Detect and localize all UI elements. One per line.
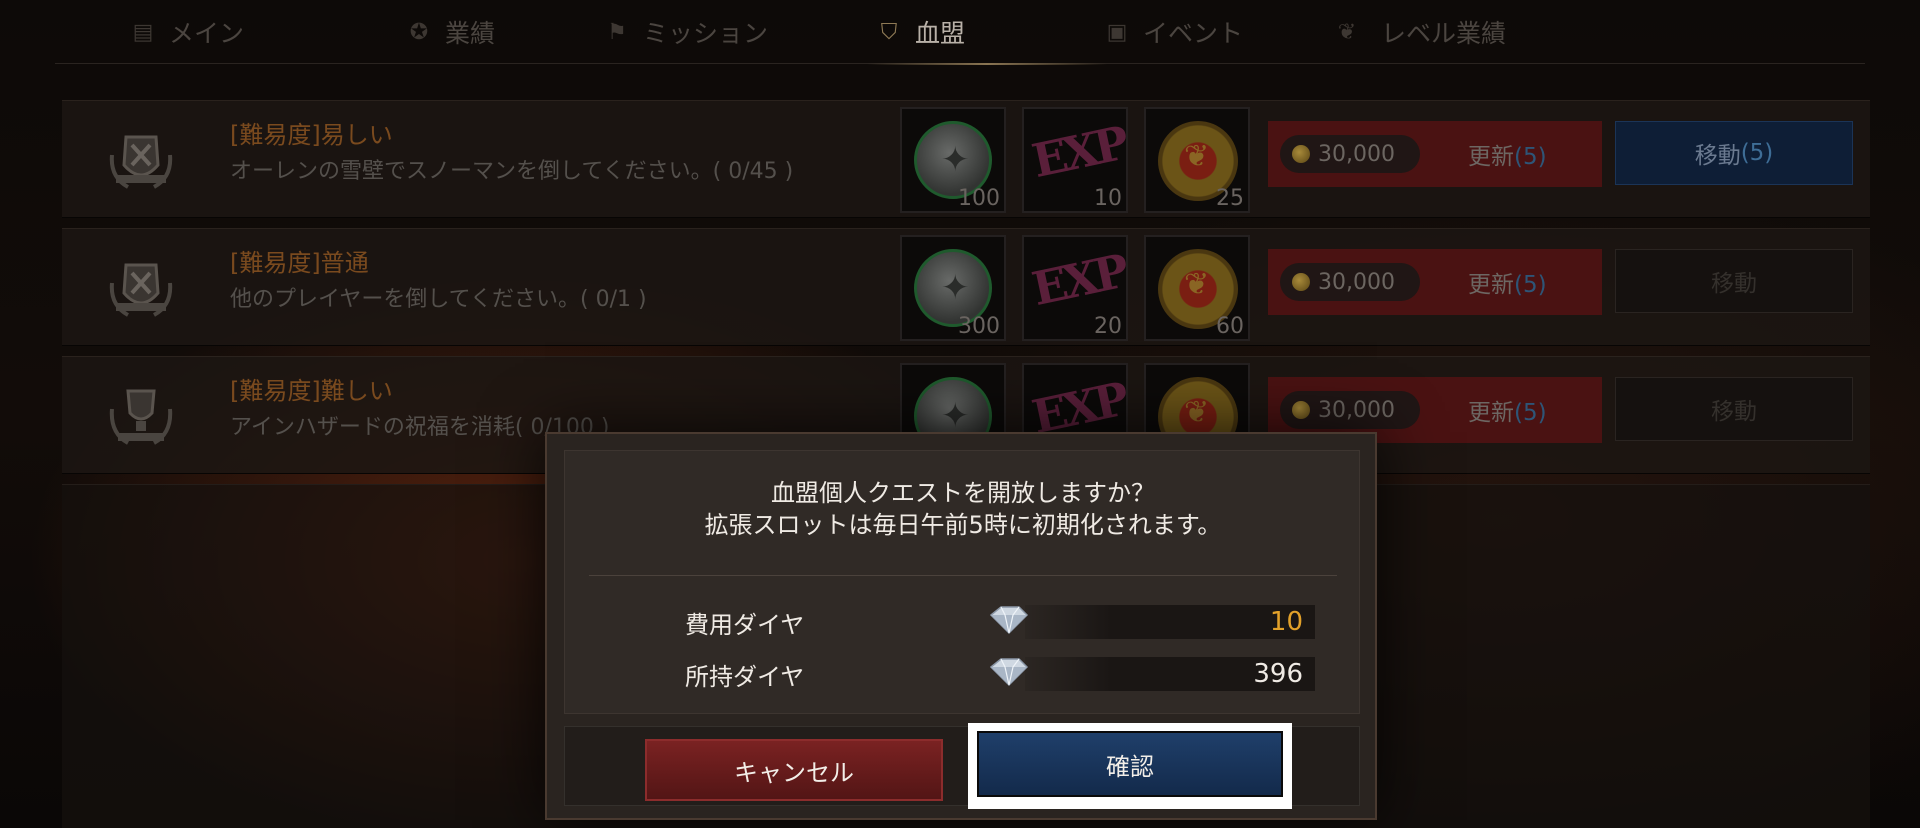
move-button[interactable]: 移動 (5) xyxy=(1615,121,1853,185)
dialog-body: 血盟個人クエストを開放しますか？ 拡張スロットは毎日午前5時に初期化されます。 … xyxy=(564,450,1360,714)
move-button[interactable]: 移動 xyxy=(1615,249,1853,313)
exp-icon: EXP xyxy=(1027,243,1130,317)
confirm-button[interactable]: 確認 xyxy=(977,731,1283,797)
owned-diamond-value: 396 xyxy=(1253,659,1303,689)
cancel-button[interactable]: キャンセル xyxy=(645,739,943,801)
tab-label: 業績 xyxy=(445,19,496,48)
exp-icon: EXP xyxy=(1027,115,1130,189)
crossed-swords-emblem-icon xyxy=(109,263,173,317)
move-button[interactable]: 移動 xyxy=(1615,377,1853,441)
diamond-icon xyxy=(989,658,1029,687)
update-button[interactable]: 30,000 更新(5) xyxy=(1268,249,1602,315)
reward-slot[interactable]: 100 xyxy=(900,107,1006,213)
gold-coin-icon xyxy=(1292,273,1310,291)
shield-icon: ⛉ xyxy=(880,19,898,45)
update-button[interactable]: 30,000 更新(5) xyxy=(1268,121,1602,187)
gold-coin-icon xyxy=(1292,145,1310,163)
trophy-emblem-icon xyxy=(109,389,173,445)
cost-value: 30,000 xyxy=(1318,269,1395,295)
reward-count: 300 xyxy=(958,314,1000,339)
quest-title: [難易度]難しい xyxy=(230,377,393,405)
tab-level-achievements[interactable]: ❦ レベル業績 xyxy=(1323,0,1506,64)
update-label: 更新(5) xyxy=(1468,272,1547,298)
top-tab-bar: ▤ メイン ✪ 業績 ⚑ ミッション ⛉ 血盟 ▣ イベント ❦ レベル業績 xyxy=(55,0,1865,65)
owned-diamond-label: 所持ダイヤ xyxy=(685,663,805,691)
tab-events[interactable]: ▣ イベント xyxy=(1101,0,1243,64)
tab-label: レベル業績 xyxy=(1381,19,1507,48)
divider xyxy=(589,575,1337,576)
gold-coin-icon xyxy=(1292,401,1310,419)
dialog-message-line: 血盟個人クエストを開放しますか？ xyxy=(771,479,1155,507)
tab-label: ミッション xyxy=(643,19,769,48)
cost-value: 30,000 xyxy=(1318,141,1395,167)
update-label: 更新(5) xyxy=(1468,400,1547,426)
reward-count: 10 xyxy=(1094,186,1122,211)
reward-count: 100 xyxy=(958,186,1000,211)
tab-achievements[interactable]: ✪ 業績 xyxy=(403,0,495,64)
tab-main[interactable]: ▤ メイン xyxy=(127,0,244,64)
update-label: 更新(5) xyxy=(1468,144,1547,170)
gift-icon: ▣ xyxy=(1106,19,1128,45)
cost-pill: 30,000 xyxy=(1280,263,1420,301)
reward-slot[interactable]: EXP 10 xyxy=(1022,107,1130,213)
owned-diamond-row: 所持ダイヤ 396 xyxy=(565,655,1361,691)
cost-diamond-value-box: 10 xyxy=(1025,605,1315,639)
quest-title: [難易度]普通 xyxy=(230,249,369,277)
reward-count: 25 xyxy=(1216,186,1244,211)
list-icon: ▤ xyxy=(132,19,154,45)
cost-diamond-value: 10 xyxy=(1269,607,1303,637)
cost-pill: 30,000 xyxy=(1280,135,1420,173)
cost-value: 30,000 xyxy=(1318,397,1395,423)
dialog-message: 血盟個人クエストを開放しますか？ 拡張スロットは毎日午前5時に初期化されます。 xyxy=(565,477,1361,541)
reward-slot[interactable]: EXP 20 xyxy=(1022,235,1130,341)
dialog-message-line: 拡張スロットは毎日午前5時に初期化されます。 xyxy=(704,511,1222,539)
reward-slot[interactable]: 300 xyxy=(900,235,1006,341)
reward-slot[interactable]: 25 xyxy=(1144,107,1250,213)
cost-pill: 30,000 xyxy=(1280,391,1420,429)
medal-icon: ✪ xyxy=(409,19,429,45)
active-tab-indicator xyxy=(867,63,1107,65)
quest-row: [難易度]易しい オーレンの雪壁でスノーマンを倒してください。( 0/45 ) … xyxy=(62,100,1870,218)
wreath-icon: ❦ xyxy=(1337,19,1357,45)
quest-row: [難易度]普通 他のプレイヤーを倒してください。( 0/1 ) 300 EXP … xyxy=(62,228,1870,346)
crossed-swords-emblem-icon xyxy=(109,135,173,189)
reward-count: 20 xyxy=(1094,314,1122,339)
tab-label: メイン xyxy=(169,19,245,48)
diamond-icon xyxy=(989,606,1029,635)
quest-title: [難易度]易しい xyxy=(230,121,393,149)
tab-label: 血盟 xyxy=(915,19,966,48)
reward-slot[interactable]: 60 xyxy=(1144,235,1250,341)
quest-description: オーレンの雪壁でスノーマンを倒してください。( 0/45 ) xyxy=(230,159,794,184)
cost-diamond-row: 費用ダイヤ 10 xyxy=(565,603,1361,639)
flag-icon: ⚑ xyxy=(607,19,627,45)
quest-description: 他のプレイヤーを倒してください。( 0/1 ) xyxy=(230,287,647,312)
cost-diamond-label: 費用ダイヤ xyxy=(685,611,805,639)
owned-diamond-value-box: 396 xyxy=(1025,657,1315,691)
tab-label: イベント xyxy=(1143,19,1244,48)
reward-count: 60 xyxy=(1216,314,1244,339)
tab-missions[interactable]: ⚑ ミッション xyxy=(601,0,768,64)
tab-clan[interactable]: ⛉ 血盟 xyxy=(873,0,965,64)
